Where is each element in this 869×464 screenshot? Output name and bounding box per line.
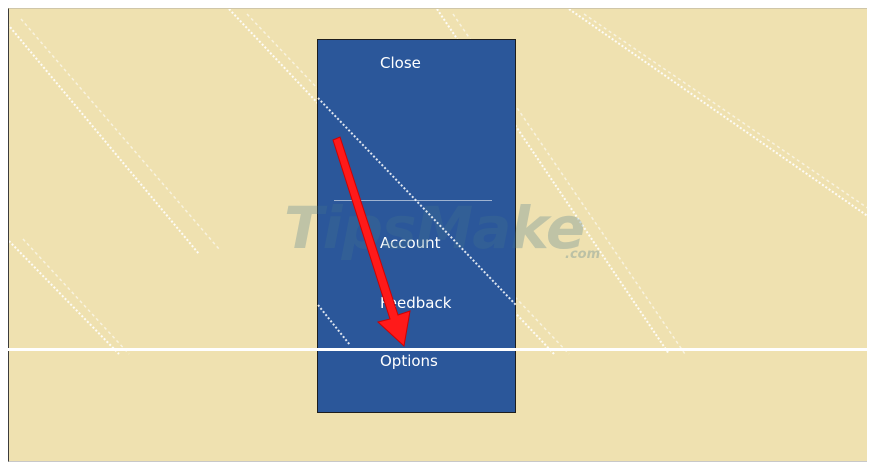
menu-item-options[interactable]: Options <box>380 352 438 370</box>
menu-item-account[interactable]: Account <box>380 234 441 252</box>
menu-item-feedback[interactable]: Feedback <box>380 294 451 312</box>
menu-item-close[interactable]: Close <box>380 54 421 72</box>
menu-divider <box>334 200 492 201</box>
horizontal-separator <box>8 348 869 351</box>
file-backstage-menu: Close Account Feedback Options <box>317 39 516 413</box>
